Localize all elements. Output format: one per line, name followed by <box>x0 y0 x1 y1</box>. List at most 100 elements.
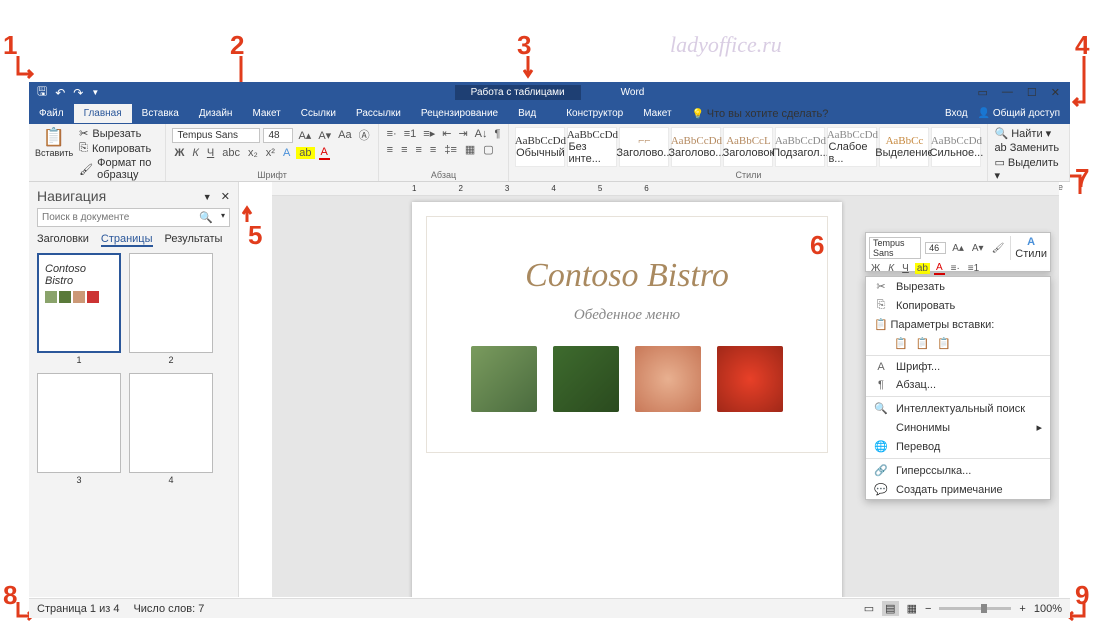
ctx-paste-buttons[interactable]: 📋 📋 📋 <box>866 334 1050 353</box>
redo-icon[interactable]: ↷ <box>73 86 83 100</box>
indent-icon[interactable]: ⇥ <box>456 127 469 140</box>
highlight-icon[interactable]: ab <box>296 147 314 159</box>
doc-title[interactable]: Contoso Bistro <box>437 257 817 295</box>
thumb-page-1[interactable]: Contoso Bistro 1 <box>37 253 121 365</box>
multilevel-icon[interactable]: ≡▸ <box>421 127 437 140</box>
mini-styles-button[interactable]: AСтили <box>1010 236 1047 260</box>
thumb-page-2[interactable]: 2 <box>129 253 213 365</box>
numbering-icon[interactable]: ≡1 <box>402 128 419 140</box>
borders-icon[interactable]: ▢ <box>481 143 495 156</box>
signin-link[interactable]: Вход <box>945 108 968 119</box>
save-icon[interactable]: 🖫 <box>37 82 47 103</box>
ctx-font[interactable]: AШрифт... <box>866 358 1050 376</box>
clear-format-icon[interactable]: Ⓐ <box>357 127 372 143</box>
ctx-comment[interactable]: 💬Создать примечание <box>866 480 1050 499</box>
ctx-synonyms[interactable]: Синонимы▸ <box>866 418 1050 437</box>
font-size-combo[interactable]: 48 <box>263 128 293 143</box>
underline-button[interactable]: Ч <box>205 147 216 159</box>
food-image-2[interactable] <box>553 346 619 412</box>
nav-tab-headings[interactable]: Заголовки <box>37 233 89 247</box>
tab-layout[interactable]: Макет <box>242 104 290 123</box>
italic-button[interactable]: К <box>190 147 200 159</box>
style-4[interactable]: АаBbCcLЗаголовок <box>723 127 773 167</box>
zoom-slider[interactable] <box>939 607 1011 610</box>
bullets-icon[interactable]: ≡· <box>385 128 399 140</box>
superscript-button[interactable]: x² <box>264 147 277 159</box>
tab-table-layout[interactable]: Макет <box>633 104 681 123</box>
status-words[interactable]: Число слов: 7 <box>133 603 204 615</box>
align-right-icon[interactable]: ≡ <box>413 144 423 156</box>
nav-tab-pages[interactable]: Страницы <box>101 233 153 247</box>
mini-bold[interactable]: Ж <box>869 263 882 274</box>
tab-file[interactable]: Файл <box>29 104 74 123</box>
shading-icon[interactable]: ▦ <box>463 143 477 156</box>
food-image-3[interactable] <box>635 346 701 412</box>
nav-search[interactable]: 🔍 ▾ <box>37 208 230 227</box>
zoom-value[interactable]: 100% <box>1034 603 1062 615</box>
status-page[interactable]: Страница 1 из 4 <box>37 603 119 615</box>
mini-numbering-icon[interactable]: ≡1 <box>966 263 981 274</box>
mini-fontcolor-icon[interactable]: A <box>934 262 945 275</box>
qat-dropdown-icon[interactable]: ▼ <box>91 88 99 97</box>
style-2[interactable]: ⌐⌐Заголово... <box>619 127 669 167</box>
subscript-button[interactable]: x₂ <box>246 147 260 159</box>
bold-button[interactable]: Ж <box>172 147 186 159</box>
search-input[interactable] <box>38 209 195 226</box>
mini-italic[interactable]: К <box>886 263 896 274</box>
mini-highlight-icon[interactable]: ab <box>915 263 930 274</box>
format-painter-button[interactable]: 🖌Формат по образцу <box>79 157 159 181</box>
tab-references[interactable]: Ссылки <box>291 104 346 123</box>
mini-painter-icon[interactable]: 🖌 <box>990 243 1007 254</box>
paste-merge-icon[interactable]: 📋 <box>916 337 930 350</box>
style-6[interactable]: АаBbCcDdСлабое в... <box>827 127 877 167</box>
tab-view[interactable]: Вид <box>508 104 546 123</box>
ctx-paragraph[interactable]: ¶Абзац... <box>866 376 1050 394</box>
share-button[interactable]: 👤 Общий доступ <box>978 108 1060 119</box>
mini-shrink-icon[interactable]: A▾ <box>970 243 986 254</box>
zoom-out-icon[interactable]: − <box>925 603 931 615</box>
view-read-icon[interactable]: ▭ <box>864 602 874 615</box>
shrink-font-icon[interactable]: A▾ <box>316 129 333 142</box>
font-name-combo[interactable]: Tempus Sans <box>172 128 260 143</box>
view-web-icon[interactable]: ▦ <box>907 602 917 615</box>
text-effects-icon[interactable]: A <box>281 147 292 159</box>
grow-font-icon[interactable]: A▴ <box>296 129 313 142</box>
view-print-icon[interactable]: ▤ <box>882 601 898 616</box>
mini-underline[interactable]: Ч <box>900 263 911 274</box>
thumb-page-3[interactable]: 3 <box>37 373 121 485</box>
paste-text-icon[interactable]: 📋 <box>937 337 951 350</box>
show-marks-icon[interactable]: ¶ <box>493 128 503 140</box>
minimize-icon[interactable]: — <box>1002 86 1013 99</box>
mini-font-name[interactable]: Tempus Sans <box>869 237 921 259</box>
horizontal-ruler[interactable]: 123456 <box>272 182 1059 196</box>
tab-home[interactable]: Главная <box>74 104 132 123</box>
tab-insert[interactable]: Вставка <box>132 104 189 123</box>
style-3[interactable]: АаBbCcDdЗаголово... <box>671 127 721 167</box>
food-image-4[interactable] <box>717 346 783 412</box>
tab-review[interactable]: Рецензирование <box>411 104 508 123</box>
search-icon[interactable]: 🔍 <box>195 209 217 226</box>
zoom-in-icon[interactable]: + <box>1019 603 1025 615</box>
find-button[interactable]: 🔍 Найти ▾ <box>994 127 1063 140</box>
ctx-copy[interactable]: ⎘Копировать <box>866 296 1050 315</box>
page[interactable]: Contoso Bistro Обеденное меню <box>412 202 842 597</box>
undo-icon[interactable]: ↶ <box>55 86 65 100</box>
copy-button[interactable]: ⎘Копировать <box>79 142 159 155</box>
cut-button[interactable]: ✂Вырезать <box>79 127 159 140</box>
align-center-icon[interactable]: ≡ <box>399 144 409 156</box>
font-color-icon[interactable]: A <box>319 146 330 160</box>
sort-icon[interactable]: A↓ <box>473 128 490 140</box>
style-0[interactable]: АаBbCcDdОбычный <box>515 127 565 167</box>
style-1[interactable]: АаBbCcDdБез инте... <box>567 127 617 167</box>
replace-button[interactable]: ab Заменить <box>994 142 1063 154</box>
mini-bullets-icon[interactable]: ≡· <box>949 263 962 274</box>
maximize-icon[interactable]: ☐ <box>1027 86 1037 99</box>
nav-tab-results[interactable]: Результаты <box>165 233 223 247</box>
ctx-cut[interactable]: ✂Вырезать <box>866 277 1050 296</box>
strike-button[interactable]: abc <box>220 147 242 159</box>
tab-table-design[interactable]: Конструктор <box>556 104 633 123</box>
ctx-translate[interactable]: 🌐Перевод <box>866 437 1050 456</box>
tab-mailings[interactable]: Рассылки <box>346 104 411 123</box>
thumb-page-4[interactable]: 4 <box>129 373 213 485</box>
search-dropdown-icon[interactable]: ▾ <box>217 209 229 226</box>
